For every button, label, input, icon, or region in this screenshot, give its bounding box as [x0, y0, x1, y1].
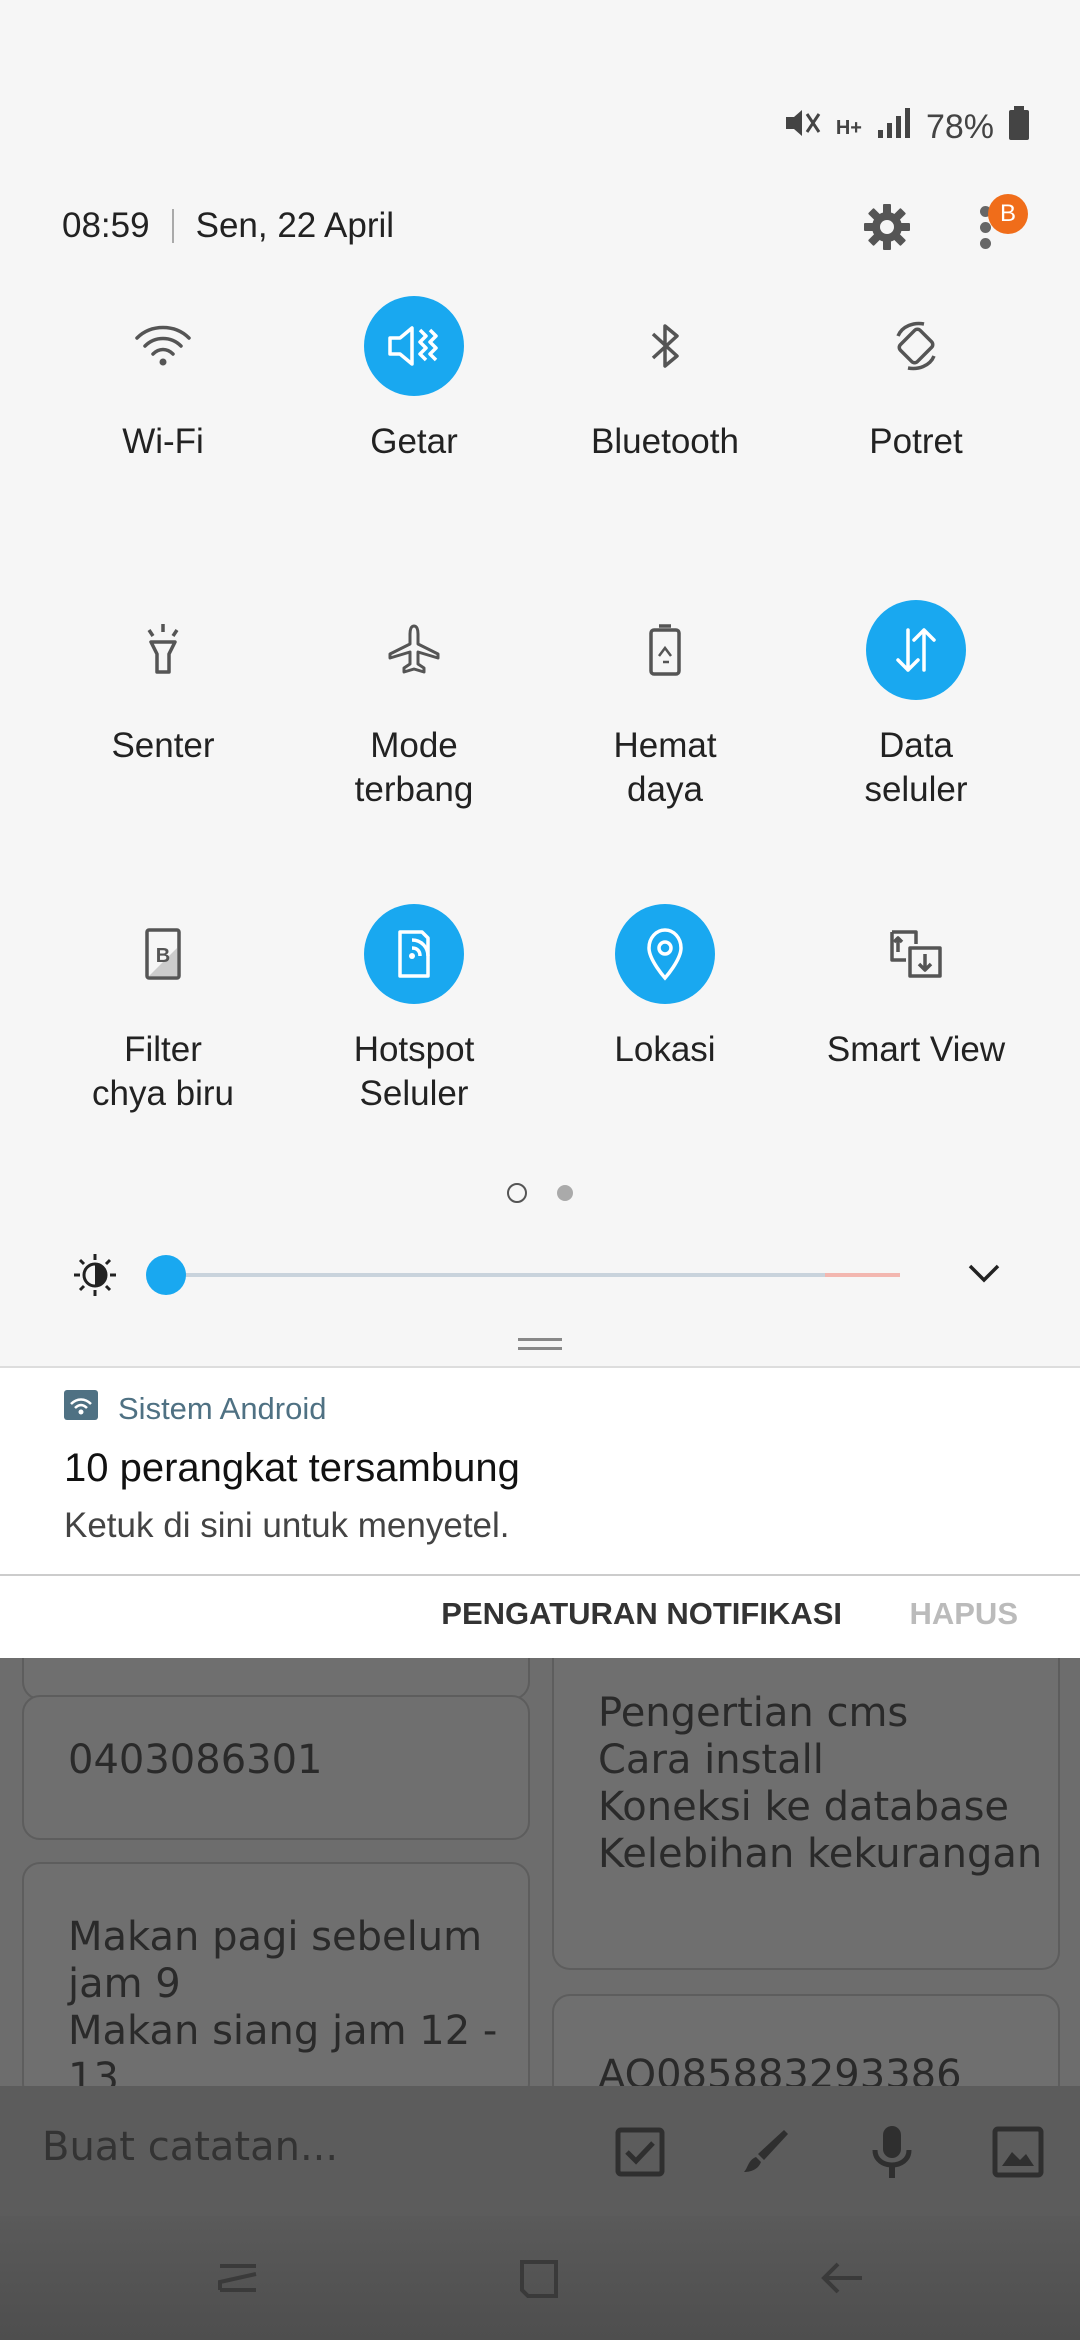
page-indicator	[0, 1183, 1080, 1203]
tile-smart-view[interactable]: Smart View	[791, 904, 1041, 1072]
tile-label: Getar	[370, 422, 458, 461]
note-text: Pengertian cms Cara install Koneksi ke d…	[598, 1690, 1043, 1877]
brightness-icon	[72, 1252, 118, 1303]
page-dot[interactable]	[557, 1185, 573, 1201]
tile-label: Hotspot Seluler	[353, 1030, 475, 1113]
note-input-bar[interactable]: Buat catatan...	[0, 2086, 1080, 2216]
brightness-control	[0, 1250, 1080, 1300]
signal-icon	[876, 106, 912, 149]
airplane-icon	[364, 600, 464, 700]
battery-saver-icon	[615, 600, 715, 700]
smart-view-icon	[866, 904, 966, 1004]
tile-label: Hemat daya	[613, 726, 717, 809]
menu-dot	[980, 238, 991, 249]
back-icon[interactable]	[810, 2248, 874, 2308]
flashlight-icon	[113, 600, 213, 700]
microphone-icon[interactable]	[862, 2122, 922, 2182]
status-bar: H+ 78%	[782, 106, 1030, 149]
rotate-icon	[866, 296, 966, 396]
note-card[interactable]: Pengertian cms Cara install Koneksi ke d…	[552, 1640, 1060, 1970]
mobile-data-icon	[866, 600, 966, 700]
battery-percent: 78%	[925, 108, 994, 146]
svg-text:B: B	[156, 945, 170, 967]
chevron-down-icon[interactable]	[966, 1258, 1002, 1293]
notification-card[interactable]: Sistem Android 10 perangkat tersambung K…	[0, 1366, 1080, 1574]
note-text: 0403086301	[68, 1737, 323, 1783]
divider	[171, 209, 174, 243]
hotspot-notification-icon	[64, 1390, 98, 1428]
note-text: Makan pagi sebelum jam 9 Makan siang jam…	[68, 1914, 498, 2101]
blue-filter-icon: B	[113, 904, 213, 1004]
notification-body: Ketuk di sini untuk menyetel.	[64, 1506, 510, 1545]
image-icon[interactable]	[988, 2122, 1048, 2182]
mute-icon	[782, 106, 822, 149]
home-icon[interactable]	[508, 2248, 572, 2308]
brightness-slider-track[interactable]	[165, 1273, 900, 1277]
tile-label: Data seluler	[864, 726, 968, 809]
notification-badge: B	[988, 194, 1028, 234]
location-icon	[615, 904, 715, 1004]
date: Sen, 22 April	[195, 206, 395, 245]
tile-blue-light-filter[interactable]: B Filter chya biru	[38, 904, 288, 1116]
notification-header: Sistem Android	[64, 1390, 327, 1428]
page-dot-active[interactable]	[507, 1183, 527, 1203]
tile-bluetooth[interactable]: Bluetooth	[540, 296, 790, 464]
tile-label: Senter	[111, 726, 215, 765]
more-options-icon[interactable]: B	[970, 194, 1030, 254]
brush-icon[interactable]	[736, 2122, 796, 2182]
settings-gear-icon[interactable]	[862, 202, 912, 252]
clear-button[interactable]: HAPUS	[909, 1596, 1018, 1632]
tile-label: Smart View	[826, 1030, 1006, 1069]
tile-vibrate[interactable]: Getar	[289, 296, 539, 464]
tile-label: Potret	[869, 422, 963, 461]
notification-settings-button[interactable]: PENGATURAN NOTIFIKASI	[441, 1596, 842, 1632]
drag-handle[interactable]	[518, 1338, 562, 1350]
note-card[interactable]: Makan pagi sebelum jam 9 Makan siang jam…	[22, 1862, 530, 2102]
tile-label: Bluetooth	[591, 422, 739, 461]
tile-rotate[interactable]: Potret	[791, 296, 1041, 464]
tile-location[interactable]: Lokasi	[540, 904, 790, 1072]
tile-label: Filter chya biru	[91, 1030, 235, 1113]
battery-icon	[1008, 106, 1030, 149]
note-input-placeholder[interactable]: Buat catatan...	[42, 2124, 338, 2170]
tile-mobile-data[interactable]: Data seluler	[791, 600, 1041, 812]
notification-app-name: Sistem Android	[118, 1391, 327, 1426]
note-card[interactable]: 0403086301	[22, 1695, 530, 1840]
wifi-icon	[113, 296, 213, 396]
tile-label: Wi-Fi	[122, 422, 204, 461]
notification-actions: PENGATURAN NOTIFIKASI HAPUS	[0, 1574, 1080, 1658]
bluetooth-icon	[615, 296, 715, 396]
notification-title: 10 perangkat tersambung	[64, 1446, 520, 1490]
recents-icon[interactable]	[206, 2248, 270, 2308]
tile-wifi[interactable]: Wi-Fi	[38, 296, 288, 464]
brightness-warning-range	[825, 1273, 900, 1277]
clock: 08:59	[62, 206, 150, 245]
navigation-bar	[0, 2216, 1080, 2340]
quick-settings-panel: H+ 78% 08:59 Sen, 22 April B Wi-Fi Getar…	[0, 0, 1080, 1366]
hotspot-icon	[364, 904, 464, 1004]
tile-label: Lokasi	[614, 1030, 716, 1069]
tile-airplane-mode[interactable]: Mode terbang	[289, 600, 539, 812]
date-time-header: 08:59 Sen, 22 April	[62, 206, 394, 246]
tile-label: Mode terbang	[354, 726, 474, 809]
brightness-slider-thumb[interactable]	[146, 1255, 186, 1295]
network-type-icon: H+	[835, 116, 862, 139]
menu-dot	[980, 222, 991, 233]
tile-mobile-hotspot[interactable]: Hotspot Seluler	[289, 904, 539, 1116]
tile-flashlight[interactable]: Senter	[38, 600, 288, 768]
tile-power-saving[interactable]: Hemat daya	[540, 600, 790, 812]
checkbox-icon[interactable]	[610, 2122, 670, 2182]
vibrate-icon	[364, 296, 464, 396]
